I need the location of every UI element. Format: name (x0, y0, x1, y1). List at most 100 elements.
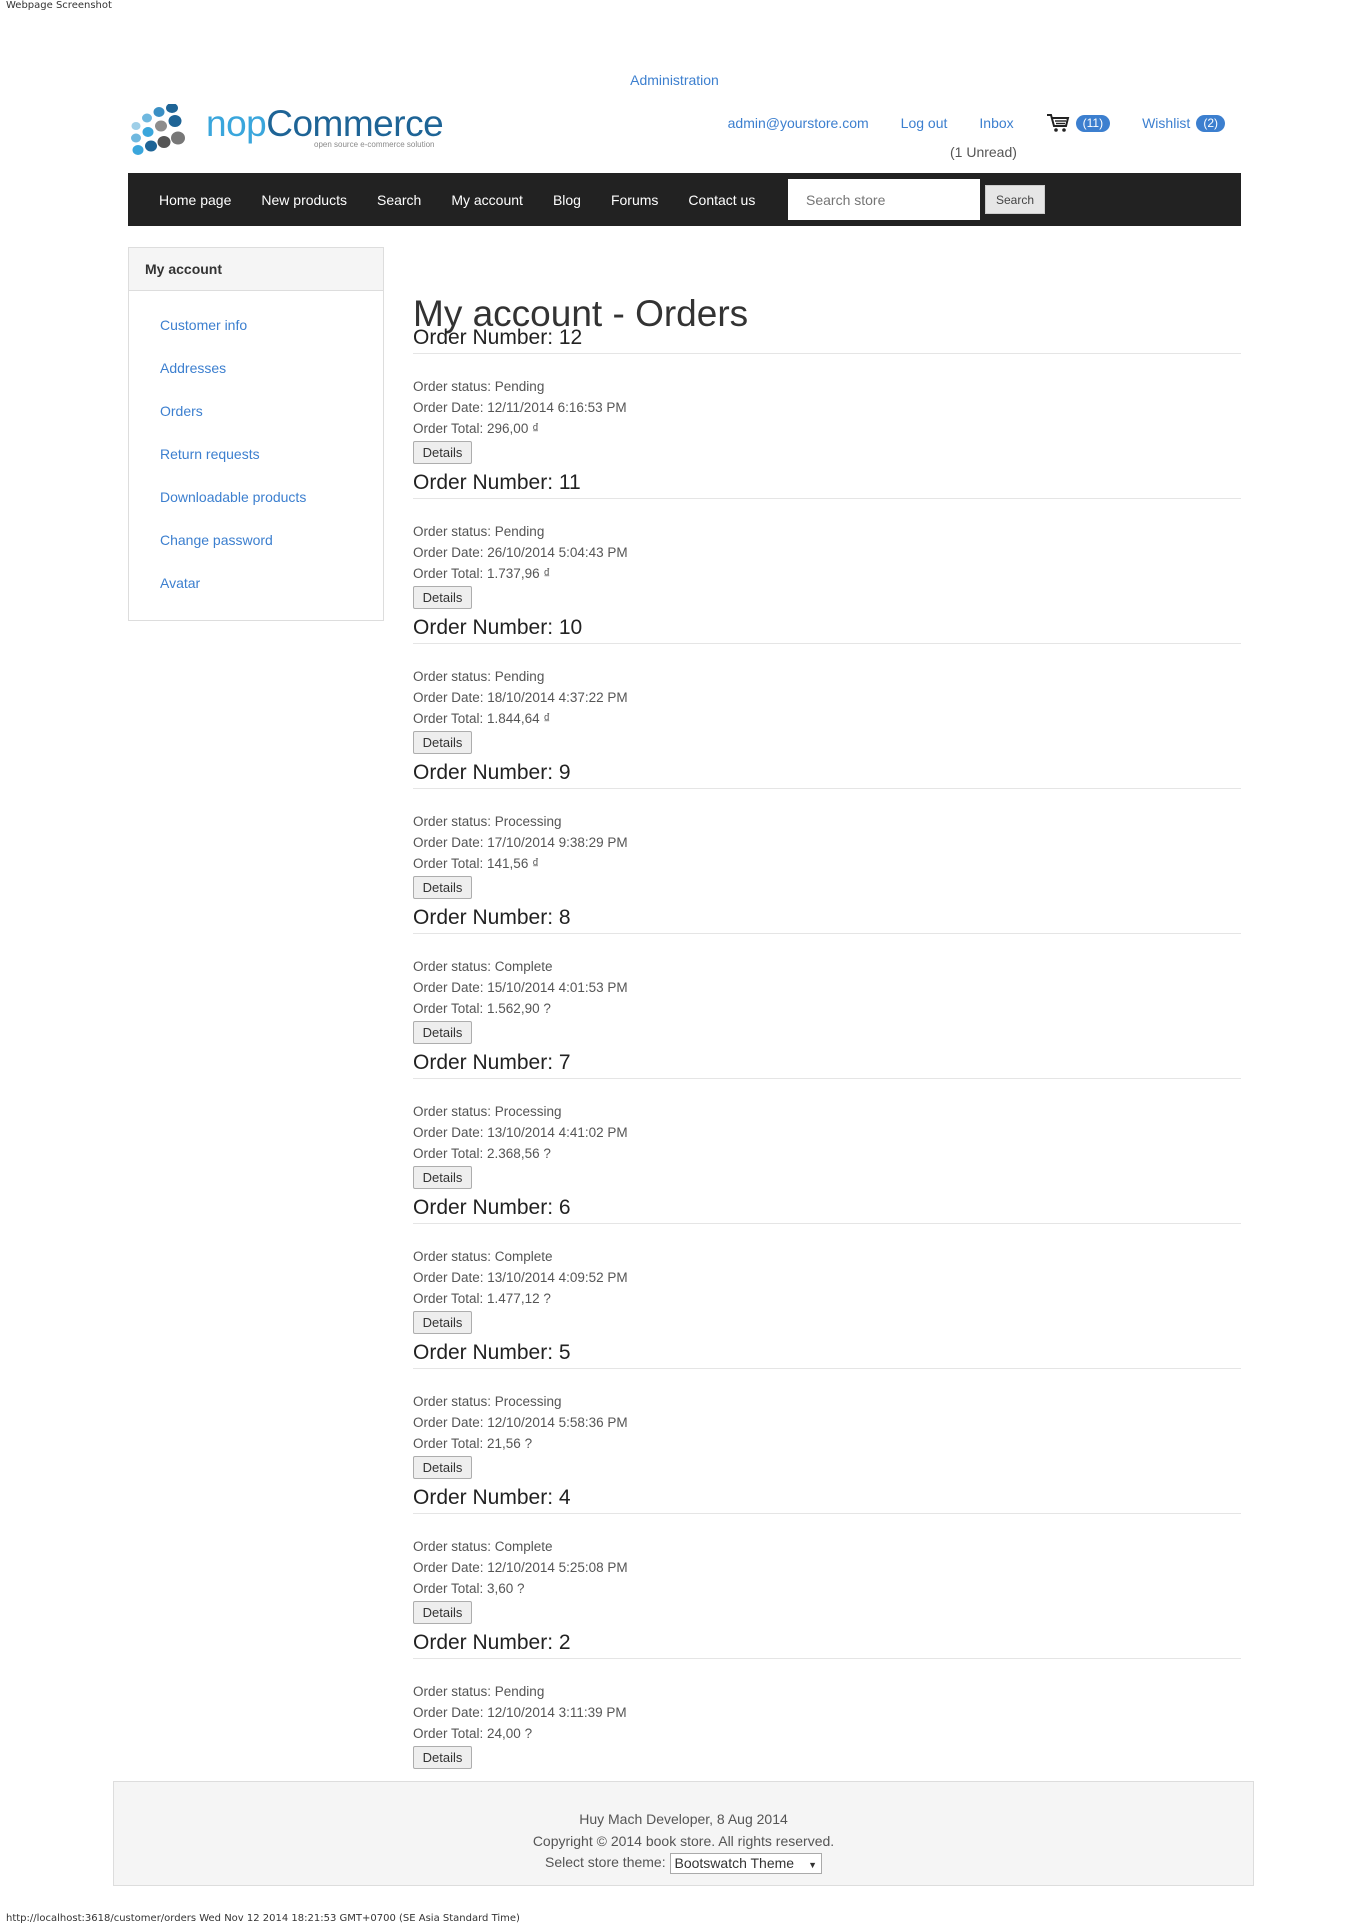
order-item: Order Number: 12 Order status: Pending O… (413, 321, 1241, 466)
order-number: Order Number: 7 (413, 1051, 571, 1074)
nav-blog[interactable]: Blog (553, 192, 581, 208)
order-details-button[interactable]: Details (413, 441, 472, 464)
order-total: Order Total: 1.477,12 ? (413, 1291, 551, 1306)
order-number: Order Number: 8 (413, 906, 571, 929)
browser-status-bar: http://localhost:3618/customer/orders We… (6, 1913, 520, 1924)
order-details-button[interactable]: Details (413, 1311, 472, 1334)
search-button[interactable]: Search (985, 185, 1045, 214)
order-status: Order status: Pending (413, 1684, 545, 1699)
account-email-link[interactable]: admin@yourstore.com (728, 115, 869, 131)
logo-wordmark: nopCommerce (206, 103, 444, 144)
main-navigation: Home page New products Search My account… (128, 173, 1241, 226)
order-item: Order Number: 8 Order status: Complete O… (413, 901, 1241, 1046)
order-status: Order status: Processing (413, 1104, 562, 1119)
order-details-button[interactable]: Details (413, 876, 472, 899)
order-total: Order Total: 296,00 ₫ (413, 421, 540, 436)
dropdown-arrow-icon: ▼ (808, 1859, 818, 1870)
order-total: Order Total: 1.844,64 ₫ (413, 711, 551, 726)
divider (413, 933, 1241, 934)
order-item: Order Number: 9 Order status: Processing… (413, 756, 1241, 901)
theme-selected-value: Bootswatch Theme (674, 1854, 795, 1871)
order-details-button[interactable]: Details (413, 1166, 472, 1189)
wishlist-link[interactable]: Wishlist (2) (1142, 114, 1225, 132)
sidebar-item-change-password[interactable]: Change password (129, 521, 383, 564)
order-total: Order Total: 2.368,56 ? (413, 1146, 551, 1161)
order-item: Order Number: 11 Order status: Pending O… (413, 466, 1241, 611)
cart-count-badge: (11) (1075, 114, 1111, 132)
order-status: Order status: Complete (413, 959, 553, 974)
shopping-cart-icon (1046, 114, 1069, 132)
nav-my-account[interactable]: My account (451, 192, 523, 208)
sidebar-item-avatar[interactable]: Avatar (129, 564, 383, 607)
order-number: Order Number: 12 (413, 326, 583, 349)
order-details-button[interactable]: Details (413, 1021, 472, 1044)
order-details-button[interactable]: Details (413, 1601, 472, 1624)
order-status: Order status: Processing (413, 1394, 562, 1409)
order-item: Order Number: 7 Order status: Processing… (413, 1046, 1241, 1191)
order-details-button[interactable]: Details (413, 1746, 472, 1769)
nopcommerce-logo[interactable]: nopCommerce open source e-commerce solut… (130, 100, 444, 160)
theme-select-label: Select store theme: (544, 1854, 666, 1870)
order-total: Order Total: 141,56 ₫ (413, 856, 540, 871)
logo-tagline: open source e-commerce solution (314, 140, 435, 149)
order-details-button[interactable]: Details (413, 731, 472, 754)
divider (413, 1078, 1241, 1079)
order-details-button[interactable]: Details (413, 586, 472, 609)
search-store-input[interactable] (788, 179, 980, 220)
sidebar-item-addresses[interactable]: Addresses (129, 349, 383, 392)
logo-dots-icon (131, 104, 185, 155)
store-theme-select[interactable]: Bootswatch Theme ▼ (669, 1852, 823, 1874)
divider (413, 1223, 1241, 1224)
order-total: Order Total: 3,60 ? (413, 1581, 525, 1596)
order-status: Order status: Complete (413, 1249, 553, 1264)
account-sidebar: My account Customer info Addresses Order… (128, 247, 384, 621)
order-item: Order Number: 4 Order status: Complete O… (413, 1481, 1241, 1626)
divider (413, 643, 1241, 644)
order-item: Order Number: 2 Order status: Pending Or… (413, 1626, 1241, 1771)
order-date: Order Date: 12/10/2014 5:25:08 PM (413, 1560, 628, 1575)
order-status: Order status: Pending (413, 669, 545, 684)
divider (413, 1513, 1241, 1514)
order-number: Order Number: 6 (413, 1196, 571, 1219)
order-item: Order Number: 5 Order status: Processing… (413, 1336, 1241, 1481)
order-status: Order status: Complete (413, 1539, 553, 1554)
divider (413, 1658, 1241, 1659)
footer: Huy Mach Developer, 8 Aug 2014 Copyright… (113, 1781, 1254, 1886)
order-date: Order Date: 26/10/2014 5:04:43 PM (413, 545, 628, 560)
order-date: Order Date: 12/11/2014 6:16:53 PM (413, 400, 627, 415)
order-date: Order Date: 13/10/2014 4:09:52 PM (413, 1270, 628, 1285)
inbox-link[interactable]: Inbox (979, 115, 1013, 131)
order-total: Order Total: 24,00 ? (413, 1726, 533, 1741)
nav-new-products[interactable]: New products (261, 192, 347, 208)
wishlist-label: Wishlist (1142, 115, 1191, 131)
order-details-button[interactable]: Details (413, 1456, 472, 1479)
logout-link[interactable]: Log out (901, 115, 948, 131)
order-number: Order Number: 5 (413, 1341, 571, 1364)
sidebar-item-orders[interactable]: Orders (129, 392, 383, 435)
nav-contact-us[interactable]: Contact us (688, 192, 755, 208)
order-status: Order status: Pending (413, 524, 545, 539)
order-status: Order status: Processing (413, 814, 562, 829)
administration-link[interactable]: Administration (0, 72, 1349, 88)
nav-search[interactable]: Search (377, 192, 421, 208)
sidebar-item-downloadable-products[interactable]: Downloadable products (129, 478, 383, 521)
divider (413, 498, 1241, 499)
order-date: Order Date: 17/10/2014 9:38:29 PM (413, 835, 628, 850)
wishlist-count-badge: (2) (1196, 114, 1225, 132)
order-total: Order Total: 21,56 ? (413, 1436, 533, 1451)
order-number: Order Number: 4 (413, 1486, 571, 1509)
order-number: Order Number: 10 (413, 616, 583, 639)
sidebar-item-customer-info[interactable]: Customer info (129, 306, 383, 349)
nav-home-page[interactable]: Home page (159, 192, 231, 208)
order-status: Order status: Pending (413, 379, 545, 394)
order-date: Order Date: 12/10/2014 5:58:36 PM (413, 1415, 628, 1430)
order-date: Order Date: 13/10/2014 4:41:02 PM (413, 1125, 628, 1140)
sidebar-item-return-requests[interactable]: Return requests (129, 435, 383, 478)
shopping-cart-link[interactable]: (11) (1046, 113, 1111, 133)
order-item: Order Number: 6 Order status: Complete O… (413, 1191, 1241, 1336)
order-number: Order Number: 9 (413, 761, 571, 784)
order-item: Order Number: 10 Order status: Pending O… (413, 611, 1241, 756)
inbox-unread-count: (1 Unread) (950, 144, 1017, 160)
nav-forums[interactable]: Forums (611, 192, 658, 208)
footer-copyright: Copyright © 2014 book store. All rights … (532, 1832, 835, 1849)
